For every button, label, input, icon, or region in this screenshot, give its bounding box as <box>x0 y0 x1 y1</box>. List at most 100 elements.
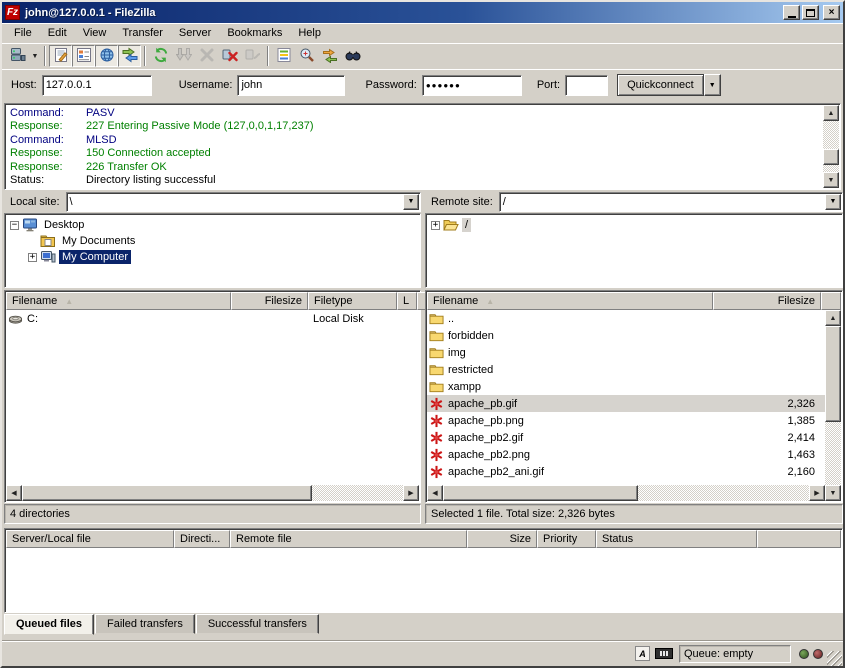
file-row-restricted[interactable]: restricted <box>427 361 827 378</box>
file-row-apache-pb-png[interactable]: apache_pb.png1,385 <box>427 412 827 429</box>
column-header-l[interactable]: L <box>397 292 417 310</box>
username-input[interactable] <box>237 75 345 96</box>
titlebar[interactable]: Fz john@127.0.0.1 - FileZilla × <box>2 2 843 23</box>
file-row-apache-pb2-gif[interactable]: apache_pb2.gif2,414 <box>427 429 827 446</box>
menu-file[interactable]: File <box>6 25 40 41</box>
tree-item-[interactable]: +/ <box>426 217 842 233</box>
remote-site-combo[interactable]: / ▼ <box>499 192 843 212</box>
queue-column-status[interactable]: Status <box>596 530 757 548</box>
expand-icon[interactable]: + <box>431 221 440 230</box>
remote-vscroll-thumb[interactable] <box>825 326 841 422</box>
remote-hscroll-thumb[interactable] <box>443 485 638 501</box>
remote-horizontal-scrollbar[interactable]: ◀ ▶ <box>427 485 825 501</box>
menu-server[interactable]: Server <box>171 25 219 41</box>
scroll-right-icon[interactable]: ▶ <box>403 485 419 501</box>
speed-limit-icon[interactable] <box>655 648 673 659</box>
host-input[interactable] <box>42 75 152 96</box>
file-row-c[interactable]: C:Local Disk <box>6 310 421 327</box>
scroll-up-icon[interactable]: ▲ <box>825 310 841 326</box>
file-row-apache-pb-gif[interactable]: apache_pb.gif2,326 <box>427 395 827 412</box>
log-line-type: Response: <box>10 120 86 133</box>
queue-column-directi[interactable]: Directi... <box>174 530 230 548</box>
close-button[interactable]: × <box>823 5 840 20</box>
file-row-apache-pb2-ani-gif[interactable]: apache_pb2_ani.gif2,160 <box>427 463 827 480</box>
file-name-cell: xampp <box>427 378 713 395</box>
log-vertical-scrollbar[interactable]: ▲ ▼ <box>823 105 839 188</box>
file-name: apache_pb2.png <box>448 449 530 461</box>
image-icon <box>429 430 445 446</box>
transfer-type-ascii-icon[interactable]: A <box>635 646 650 661</box>
file-row-forbidden[interactable]: forbidden <box>427 327 827 344</box>
menu-transfer[interactable]: Transfer <box>114 25 171 41</box>
local-horizontal-scrollbar[interactable]: ◀ ▶ <box>6 485 419 501</box>
column-header-filesize[interactable]: Filesize <box>713 292 821 310</box>
find-files-button[interactable] <box>341 45 364 67</box>
queue-column-priority[interactable]: Priority <box>537 530 596 548</box>
password-label: Password: <box>365 79 416 91</box>
quickconnect-button[interactable]: Quickconnect <box>617 74 704 96</box>
file-size-cell: 2,160 <box>713 463 821 480</box>
file-name-cell: apache_pb2_ani.gif <box>427 463 713 480</box>
menu-edit[interactable]: Edit <box>40 25 75 41</box>
toggle-message-log-button[interactable] <box>49 45 72 67</box>
toolbar-dropdown-arrow-icon[interactable]: ▼ <box>29 45 41 67</box>
queue-column-server-local-file[interactable]: Server/Local file <box>6 530 174 548</box>
column-header-label: Filesize <box>265 295 302 307</box>
column-header-filename[interactable]: Filename▲ <box>6 292 231 310</box>
log-scroll-thumb[interactable] <box>823 149 839 165</box>
tab-failed-transfers[interactable]: Failed transfers <box>95 614 195 634</box>
local-scroll-thumb[interactable] <box>22 485 312 501</box>
tree-item-my-documents[interactable]: My Documents <box>5 233 420 249</box>
menu-help[interactable]: Help <box>290 25 329 41</box>
file-row-apache-pb2-png[interactable]: apache_pb2.png1,463 <box>427 446 827 463</box>
synchronized-browsing-button[interactable] <box>318 45 341 67</box>
queue-column-remote-file[interactable]: Remote file <box>230 530 467 548</box>
menu-bookmarks[interactable]: Bookmarks <box>219 25 290 41</box>
maximize-button[interactable] <box>802 5 819 20</box>
file-row-img[interactable]: img <box>427 344 827 361</box>
scroll-left-icon[interactable]: ◀ <box>6 485 22 501</box>
toggle-remote-tree-button[interactable] <box>95 45 118 67</box>
refresh-button[interactable] <box>149 45 172 67</box>
chevron-down-icon[interactable]: ▼ <box>825 194 841 210</box>
scroll-right-icon[interactable]: ▶ <box>809 485 825 501</box>
column-header-filesize[interactable]: Filesize <box>231 292 308 310</box>
queue-size-text: Queue: empty <box>684 648 753 660</box>
disconnect-button[interactable] <box>218 45 241 67</box>
tree-item-desktop[interactable]: −Desktop <box>5 217 420 233</box>
toggle-transfer-queue-button[interactable] <box>118 45 141 67</box>
expand-icon[interactable]: + <box>28 253 37 262</box>
image-icon <box>429 413 445 429</box>
filename-filters-button[interactable] <box>272 45 295 67</box>
chevron-down-icon[interactable]: ▼ <box>403 194 419 210</box>
scroll-up-icon[interactable]: ▲ <box>823 105 839 121</box>
port-input[interactable] <box>565 75 608 96</box>
tab-successful-transfers[interactable]: Successful transfers <box>196 614 319 634</box>
log-line-text: 227 Entering Passive Mode (127,0,0,1,17,… <box>86 120 313 132</box>
remote-tree: +/ <box>425 213 843 288</box>
directory-comparison-button[interactable] <box>295 45 318 67</box>
local-site-combo[interactable]: \ ▼ <box>66 192 421 212</box>
tab-queued-files[interactable]: Queued files <box>4 614 94 635</box>
password-input[interactable] <box>422 75 522 96</box>
tree-item-my-computer[interactable]: +My Computer <box>5 249 420 265</box>
scroll-left-icon[interactable]: ◀ <box>427 485 443 501</box>
file-row-xampp[interactable]: xampp <box>427 378 827 395</box>
file-name-cell: C: <box>6 310 231 327</box>
minimize-button[interactable] <box>783 5 800 20</box>
scroll-down-icon[interactable]: ▼ <box>823 172 839 188</box>
remote-vertical-scrollbar[interactable]: ▲ ▼ <box>825 310 841 501</box>
quickconnect-dropdown-button[interactable]: ▼ <box>704 74 721 96</box>
queue-column-size[interactable]: Size <box>467 530 537 548</box>
collapse-icon[interactable]: − <box>10 221 19 230</box>
remote-site-value: / <box>503 196 506 208</box>
column-header-filename[interactable]: Filename▲ <box>427 292 713 310</box>
file-name: restricted <box>448 364 493 376</box>
scroll-down-icon[interactable]: ▼ <box>825 485 841 501</box>
site-manager-button[interactable] <box>6 45 29 67</box>
file-row-[interactable]: .. <box>427 310 827 327</box>
column-header-filetype[interactable]: Filetype <box>308 292 397 310</box>
menu-view[interactable]: View <box>75 25 115 41</box>
resize-grip[interactable] <box>827 651 842 666</box>
toggle-local-tree-button[interactable] <box>72 45 95 67</box>
